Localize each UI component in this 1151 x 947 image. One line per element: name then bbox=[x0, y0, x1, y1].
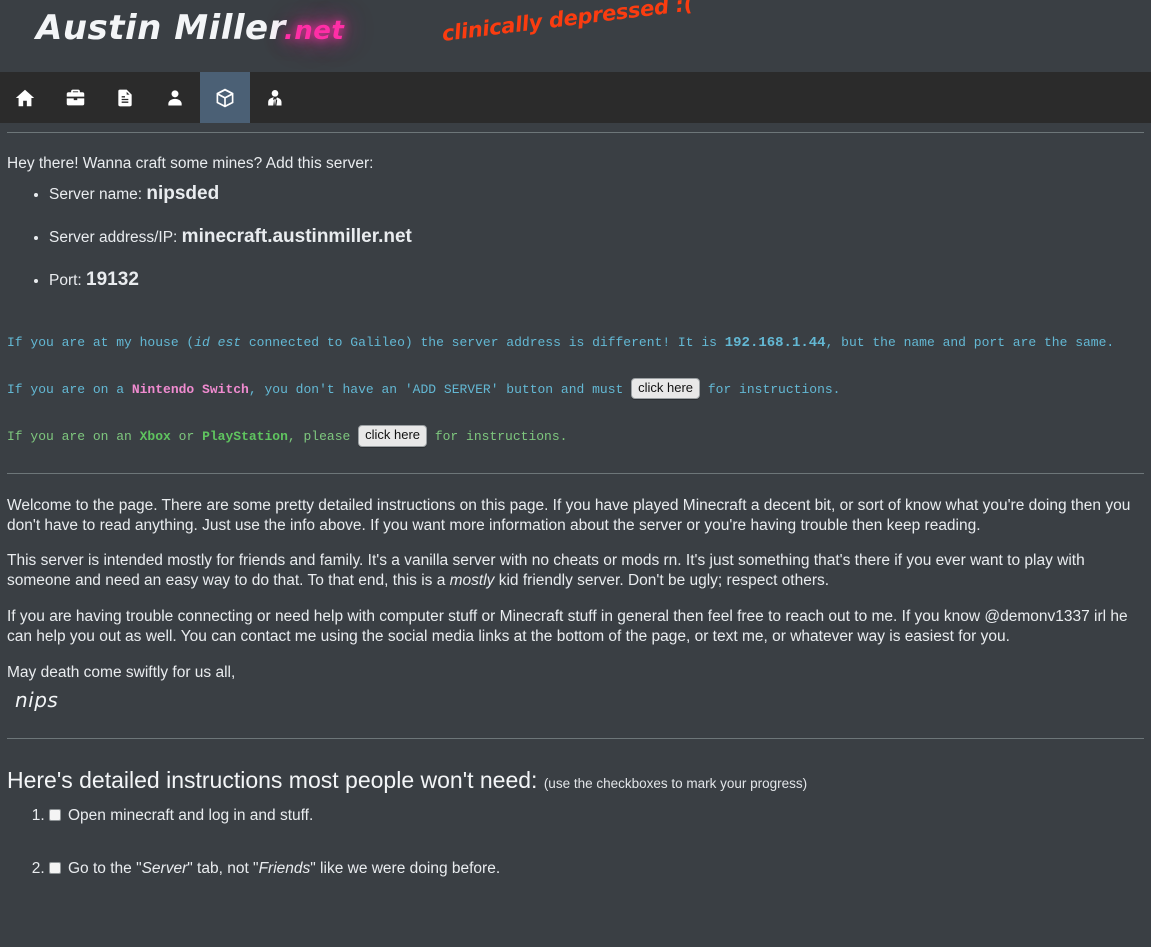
nav-item-minecraft[interactable] bbox=[200, 72, 250, 123]
mostly-emphasis: mostly bbox=[449, 572, 495, 590]
server-port-label: Port: bbox=[49, 271, 82, 289]
server-purpose-post: kid friendly server. Don't be ugly; resp… bbox=[494, 572, 830, 590]
navbar-divider bbox=[7, 132, 1144, 133]
server-address-value: minecraft.austinmiller.net bbox=[181, 225, 412, 247]
list-item: Open minecraft and log in and stuff. bbox=[49, 807, 1144, 826]
house-note-post: , but the name and port are the same. bbox=[825, 335, 1115, 351]
list-item: Server address/IP: minecraft.austinmille… bbox=[49, 226, 1144, 249]
server-name-label: Server name: bbox=[49, 186, 143, 203]
step-text-mid: " tab, not " bbox=[187, 860, 259, 878]
nav-item-work[interactable] bbox=[50, 72, 100, 123]
instructions-title-text: Here's detailed instructions most people… bbox=[7, 767, 538, 794]
support-paragraph: If you are having trouble connecting or … bbox=[7, 608, 1128, 645]
step-checkbox[interactable] bbox=[49, 862, 61, 875]
server-port-value: 19132 bbox=[86, 268, 139, 290]
signature: nips bbox=[15, 688, 59, 713]
list-item: Port: 19132 bbox=[49, 269, 1144, 292]
step-text: Open minecraft and log in and stuff. bbox=[68, 807, 314, 825]
person-icon bbox=[165, 87, 185, 109]
server-lead-text: Hey there! Wanna craft some mines? Add t… bbox=[7, 155, 374, 172]
list-item: Server name: nipsded bbox=[49, 183, 1144, 206]
server-name-value: nipsded bbox=[146, 183, 220, 204]
step-emphasis-friends: Friends bbox=[258, 860, 311, 878]
nav-item-home[interactable] bbox=[0, 72, 50, 123]
console-note-conj: or bbox=[170, 429, 203, 445]
signoff-text: May death come swiftly for us all, bbox=[7, 663, 236, 681]
site-logo[interactable]: Austin Miller.net bbox=[36, 8, 344, 48]
nav-item-resume[interactable] bbox=[100, 72, 150, 123]
step-emphasis-server: Server bbox=[141, 860, 188, 878]
switch-instructions-button[interactable]: click here bbox=[631, 378, 701, 400]
main-navigation bbox=[0, 72, 1151, 123]
page-content: Hey there! Wanna craft some mines? Add t… bbox=[0, 155, 1151, 879]
switch-note-mid: , you don't have an 'ADD SERVER' button … bbox=[248, 382, 632, 398]
tagline: clinically depressed :( bbox=[440, 0, 695, 46]
console-instructions-button[interactable]: click here bbox=[358, 425, 428, 447]
server-address-label: Server address/IP: bbox=[49, 228, 178, 246]
console-note: If you are on an Xbox or PlayStation, pl… bbox=[7, 425, 1144, 447]
nav-item-about[interactable] bbox=[150, 72, 200, 123]
server-purpose-paragraph: This server is intended mostly for frien… bbox=[7, 551, 1144, 591]
console-note-pre: If you are on an bbox=[7, 429, 140, 445]
server-info-list: Server name: nipsded Server address/IP: … bbox=[7, 183, 1144, 291]
console-note-mid: , please bbox=[287, 429, 359, 445]
xbox-label: Xbox bbox=[139, 429, 171, 445]
console-note-post: for instructions. bbox=[427, 429, 568, 445]
switch-note-pre: If you are on a bbox=[7, 382, 132, 398]
person-tie-icon bbox=[265, 87, 285, 109]
logo-tld-text: .net bbox=[283, 16, 345, 46]
house-note-italic: id est bbox=[194, 335, 242, 351]
nintendo-switch-label: Nintendo Switch bbox=[131, 382, 249, 398]
step-checkbox[interactable] bbox=[49, 809, 61, 822]
cube-icon bbox=[214, 87, 236, 109]
nav-item-contact[interactable] bbox=[250, 72, 300, 123]
playstation-label: PlayStation bbox=[202, 429, 288, 445]
switch-note: If you are on a Nintendo Switch, you don… bbox=[7, 378, 1144, 400]
house-note: If you are at my house (id est connected… bbox=[7, 335, 1144, 352]
home-icon bbox=[14, 87, 36, 109]
house-note-mid: connected to Galileo) the server address… bbox=[241, 335, 725, 351]
briefcase-icon bbox=[65, 87, 86, 108]
local-ip-value: 192.168.1.44 bbox=[724, 335, 826, 352]
house-note-pre: If you are at my house ( bbox=[7, 335, 195, 351]
switch-note-post: for instructions. bbox=[700, 382, 841, 398]
masthead: Austin Miller.net clinically depressed :… bbox=[0, 0, 1151, 72]
instruction-steps-list: Open minecraft and log in and stuff. Go … bbox=[7, 807, 1144, 878]
document-icon bbox=[115, 87, 135, 109]
step-text-pre: Go to the " bbox=[68, 860, 142, 878]
instructions-hint-text: (use the checkboxes to mark your progres… bbox=[543, 776, 808, 792]
list-item: Go to the "Server" tab, not "Friends" li… bbox=[49, 860, 1144, 879]
step-text-post: " like we were doing before. bbox=[310, 860, 501, 878]
logo-main-text: Austin Miller bbox=[36, 8, 286, 48]
page-title: Here's detailed instructions most people… bbox=[7, 767, 1144, 794]
intro-paragraph: Welcome to the page. There are some pret… bbox=[7, 496, 1131, 534]
